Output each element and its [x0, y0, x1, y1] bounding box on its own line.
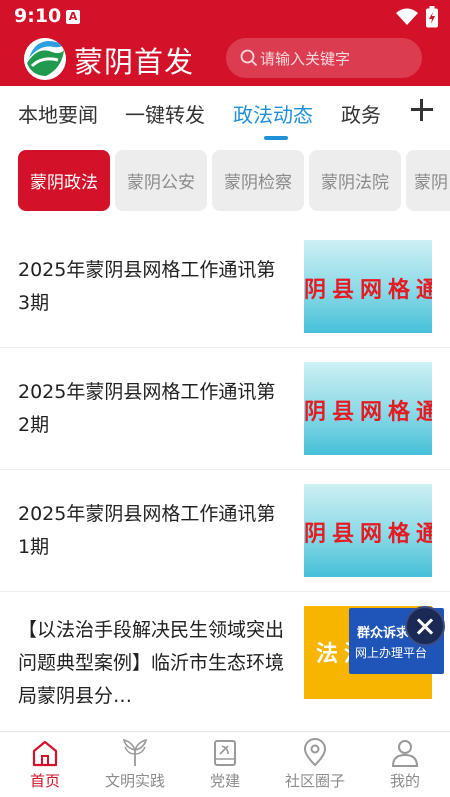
user-icon	[391, 740, 419, 767]
close-icon[interactable]	[405, 606, 445, 646]
news-title: 2025年蒙阴县网格工作通讯第3期	[18, 259, 276, 314]
news-thumbnail: 阴县网格通	[304, 240, 432, 333]
civilization-icon	[122, 738, 148, 766]
status-icons	[396, 6, 438, 28]
news-item[interactable]: 2025年蒙阴县网格工作通讯第3期 阴县网格通	[0, 226, 450, 348]
news-thumbnail: 阴县网格通	[304, 484, 432, 577]
widget-line2: 网上办理平台	[355, 646, 428, 660]
thumbnail-text: 阴县网格通	[304, 521, 432, 547]
channel-tabs: 本地要闻 一键转发 政法动态 政务	[0, 86, 450, 142]
nav-home-label: 首页	[29, 772, 60, 790]
chip-mengyin-procuratorate[interactable]: 蒙阴检察	[212, 150, 304, 211]
thumbnail-text: 阴县网格通	[304, 277, 432, 303]
tab-local-news[interactable]: 本地要闻	[18, 99, 98, 128]
news-item[interactable]: 2025年蒙阴县网格工作通讯第1期 阴县网格通	[0, 470, 450, 592]
bottom-nav: 首页 文明实践 党建 社区圈子 我的	[0, 731, 450, 797]
tab-politics-law[interactable]: 政法动态	[233, 99, 313, 128]
widget-line1: 群众诉求	[357, 626, 410, 641]
sub-channel-chips: 蒙阴政法 蒙阴公安 蒙阴检察 蒙阴法院 蒙阴	[0, 150, 450, 214]
nav-community[interactable]: 社区圈子	[270, 732, 360, 797]
active-tab-indicator	[264, 136, 288, 140]
status-time: 9:10	[14, 5, 62, 27]
news-title: 2025年蒙阴县网格工作通讯第1期	[18, 503, 276, 558]
status-bar: 9:10 A	[0, 0, 450, 34]
location-icon	[303, 738, 327, 767]
news-title: 【以法治手段解决民生领域突出问题典型案例】临沂市生态环境局蒙阴县分…	[18, 619, 284, 707]
nav-home[interactable]: 首页	[0, 732, 90, 797]
add-channel-icon[interactable]	[408, 95, 436, 123]
app-title: 蒙阴首发	[74, 45, 195, 79]
home-icon	[32, 740, 58, 767]
app-header: 蒙阴首发 请输入关键字	[0, 34, 450, 86]
nav-community-label: 社区圈子	[284, 772, 345, 790]
search-placeholder: 请输入关键字	[260, 49, 351, 68]
tab-government[interactable]: 政务	[341, 99, 381, 128]
news-title: 2025年蒙阴县网格工作通讯第2期	[18, 381, 276, 436]
nav-civilization[interactable]: 文明实践	[90, 732, 180, 797]
app-logo	[24, 38, 66, 80]
news-item[interactable]: 2025年蒙阴县网格工作通讯第2期 阴县网格通	[0, 348, 450, 470]
search-icon	[240, 49, 258, 67]
chip-mengyin-court[interactable]: 蒙阴法院	[309, 150, 401, 211]
chip-mengyin-police[interactable]: 蒙阴公安	[115, 150, 207, 211]
chip-mengyin-more[interactable]: 蒙阴	[406, 150, 450, 211]
thumbnail-text: 阴县网格通	[304, 399, 432, 425]
chip-mengyin-politics-law[interactable]: 蒙阴政法	[18, 150, 110, 211]
party-book-icon	[214, 740, 236, 766]
nav-mine[interactable]: 我的	[360, 732, 450, 797]
nav-party-building[interactable]: 党建	[180, 732, 270, 797]
nav-party-building-label: 党建	[209, 772, 240, 790]
nav-mine-label: 我的	[389, 772, 420, 790]
search-input[interactable]: 请输入关键字	[226, 38, 422, 78]
nav-civilization-label: 文明实践	[104, 772, 165, 790]
wifi-icon	[396, 8, 418, 25]
news-thumbnail: 阴县网格通	[304, 362, 432, 455]
notification-badge: A	[66, 10, 80, 24]
tab-one-click-forward[interactable]: 一键转发	[125, 99, 205, 128]
battery-icon	[426, 6, 438, 28]
